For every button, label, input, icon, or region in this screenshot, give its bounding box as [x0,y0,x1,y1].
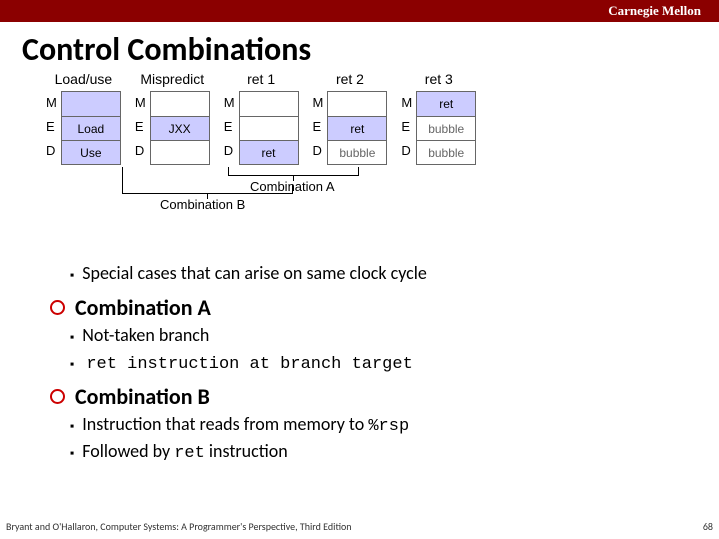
combo-b-label: Combination B [160,197,245,212]
combo-b-item-1: Followed by ret instruction [70,439,719,466]
brand-text: Carnegie Mellon [608,3,701,19]
combo-b-item-0: Instruction that reads from memory to %r… [70,412,719,439]
pipeline-cell: JXX [151,116,209,140]
pipeline-cell: bubble [417,140,475,164]
stage-label: M [224,91,235,115]
bullet-content: Special cases that can arise on same clo… [50,261,719,466]
stage-label: E [313,115,324,139]
pipeline-cell: Use [62,140,120,164]
combo-a-item-0: Not-taken branch [70,323,719,350]
combo-b-heading: Combination B [50,383,719,410]
pipeline-cell [328,92,386,116]
intro-bullet: Special cases that can arise on same clo… [70,261,719,288]
combo-a-item-1: ret instruction at branch target [70,350,719,377]
stage-label: D [46,139,57,163]
pipeline-cell: ret [328,116,386,140]
pipeline-cell [62,92,120,116]
pipeline-cell: bubble [417,116,475,140]
combination-labels: Combination A Combination B [46,167,719,207]
rsp-code: %rsp [368,417,409,436]
diagram-col-4: ret 3MEDretbubblebubble [401,71,476,165]
slide-title: Control Combinations [22,30,719,69]
combo-b-text-1: Followed by [82,440,174,462]
diagram-col-2: ret 1 MEDret [224,71,299,165]
col-head: ret 2 [336,71,364,87]
brand-bar: Carnegie Mellon [0,0,719,22]
stage-label: E [401,115,412,139]
pipeline-diagram: Load/useMEDLoadUseMispredictMEDJXXret 1M… [46,71,719,165]
pipeline-cell [151,140,209,164]
col-head: ret 3 [425,71,453,87]
stage-label: D [135,139,146,163]
stage-label: D [313,139,324,163]
diagram-col-3: ret 2 MEDretbubble [313,71,388,165]
stage-label: M [401,91,412,115]
pipeline-cell: ret [240,140,298,164]
stage-label: E [46,115,57,139]
diagram-col-1: Mispredict MEDJXX [135,71,210,165]
pipeline-cell: bubble [328,140,386,164]
ret-code: ret [174,444,205,463]
stage-label: E [135,115,146,139]
stage-label: M [135,91,146,115]
col-head: Mispredict [140,71,204,87]
stage-label: D [224,139,235,163]
col-head: Load/use [55,71,113,87]
pipeline-cell: Load [62,116,120,140]
pipeline-cell [240,116,298,140]
pipeline-cell [151,92,209,116]
stage-label: D [401,139,412,163]
combo-a-code: ret instruction at branch target [86,355,412,374]
stage-label: E [224,115,235,139]
combo-a-heading: Combination A [50,294,719,321]
slide-footer: Bryant and O'Hallaron, Computer Systems:… [6,520,713,533]
stage-label: M [313,91,324,115]
col-head: ret 1 [247,71,275,87]
stage-label: M [46,91,57,115]
footer-page: 68 [703,520,713,533]
combo-b-text-0: Instruction that reads from memory to [82,413,368,435]
pipeline-cell [240,92,298,116]
footer-citation: Bryant and O'Hallaron, Computer Systems:… [6,520,352,533]
diagram-col-0: Load/use MEDLoadUse [46,71,121,165]
pipeline-cell: ret [417,92,475,116]
